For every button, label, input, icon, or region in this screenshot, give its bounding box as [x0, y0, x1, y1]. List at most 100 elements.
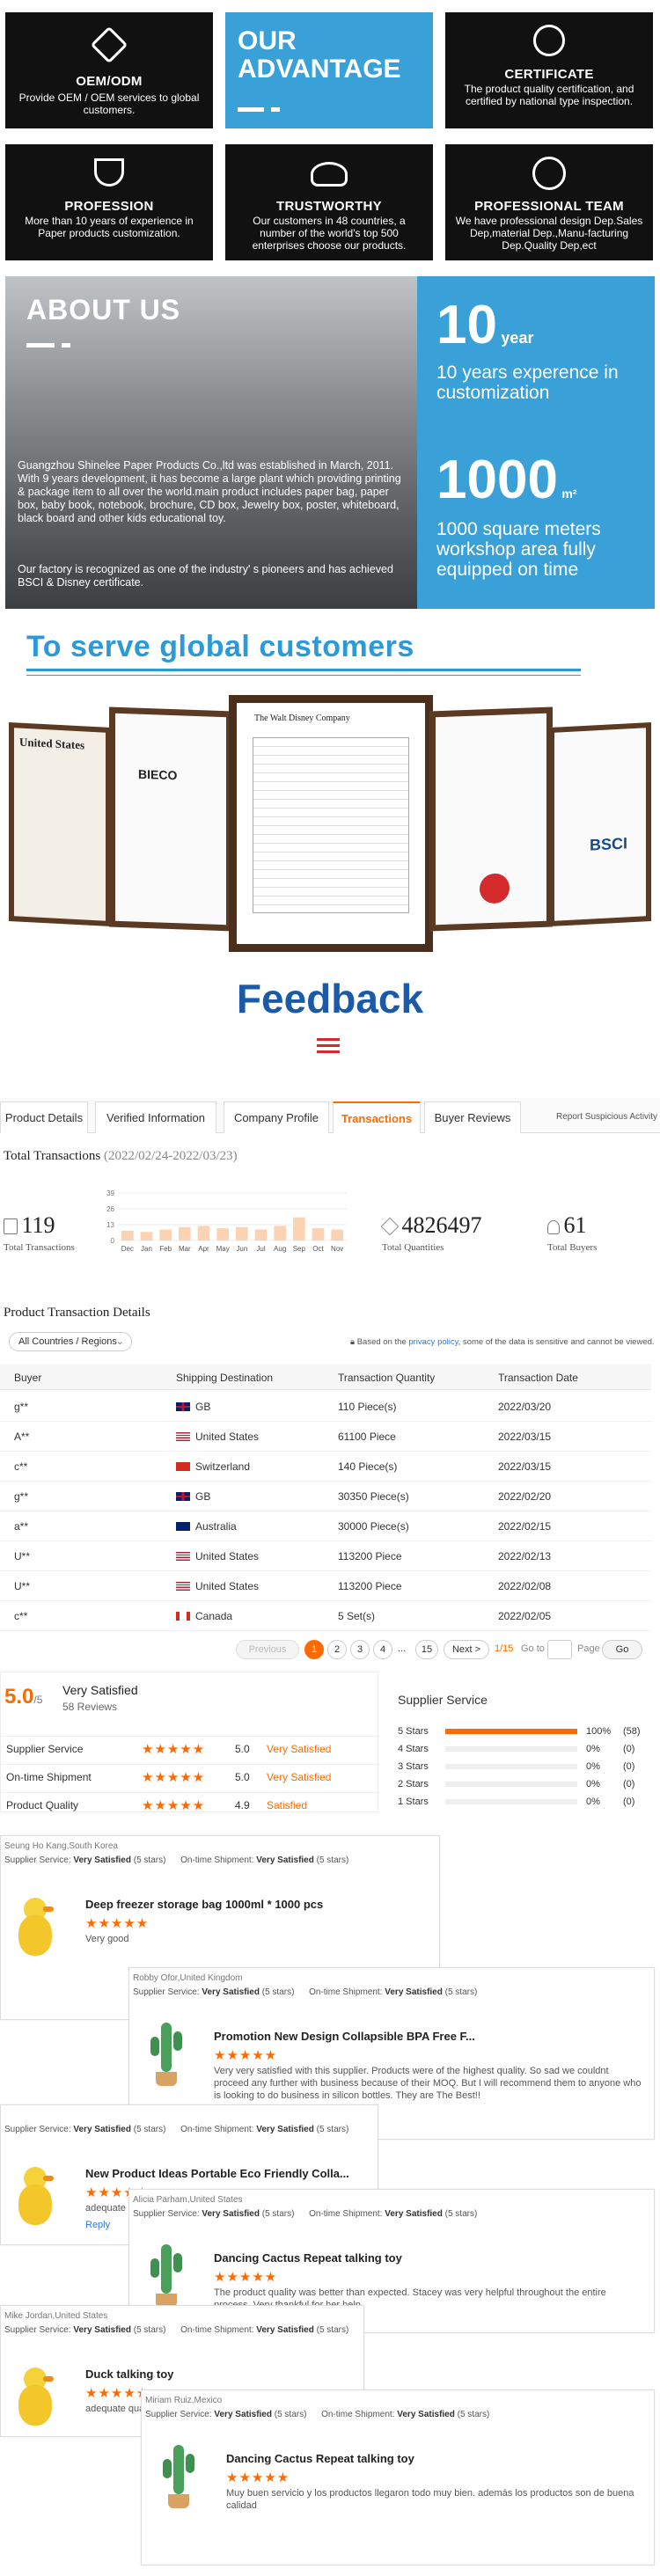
- pencil-ruler-icon: [90, 26, 128, 64]
- chart-bar: [159, 1229, 172, 1240]
- tile-profession: PROFESSION More than 10 years of experie…: [5, 144, 213, 260]
- review-stars-label: (5 stars): [316, 2325, 349, 2335]
- flag-icon: [176, 1492, 190, 1501]
- tile-team: PROFESSIONAL TEAM We have professional d…: [445, 144, 653, 260]
- cell-buyer: g**: [14, 1401, 29, 1413]
- page-4[interactable]: 4: [373, 1640, 392, 1659]
- privacy-note: 🔒︎ Based on the privacy policy, some of …: [350, 1337, 655, 1347]
- cell-destination: Canada: [176, 1610, 232, 1622]
- review-product[interactable]: Duck talking toy: [85, 2367, 353, 2381]
- review-service: Supplier Service: Very Satisfied (5 star…: [4, 1855, 348, 1865]
- tab-buyer-reviews[interactable]: Buyer Reviews: [424, 1101, 521, 1133]
- reply-link[interactable]: Reply: [85, 2220, 110, 2230]
- supplier-service-panel: Supplier Service 5 Stars 100% (58) 4 Star…: [398, 1672, 656, 1812]
- chart-bar: [274, 1226, 286, 1240]
- total-buyers-value: 61: [563, 1212, 587, 1238]
- tab-product-details[interactable]: Product Details: [0, 1101, 88, 1133]
- review-stars-label: (5 stars): [133, 1855, 166, 1865]
- star-bar-count: (0): [623, 1797, 635, 1807]
- stat-total-transactions: 119 Total Transactions: [4, 1212, 109, 1253]
- report-link[interactable]: Report Suspicious Activity: [556, 1112, 657, 1122]
- review-stars-label: (5 stars): [133, 2325, 166, 2335]
- tile-certificate: CERTIFICATE The product quality certific…: [445, 12, 653, 128]
- flag-icon: [176, 1432, 190, 1441]
- next-button[interactable]: Next >: [444, 1640, 489, 1659]
- chart-bar: [179, 1226, 191, 1240]
- tile-desc: We have professional design Dep.Sales De…: [455, 215, 643, 252]
- trophy-icon: [94, 158, 124, 187]
- tile-desc: The product quality certification, and c…: [464, 83, 634, 107]
- rating-summary: 5.0/5 Very Satisfied 58 Reviews Supplier…: [0, 1672, 379, 1813]
- chevron-down-icon: ⌄: [115, 1336, 124, 1347]
- y-tick-label: 0: [111, 1237, 115, 1245]
- y-tick-label: 39: [106, 1189, 114, 1197]
- review-stars-label: (5 stars): [316, 1855, 349, 1865]
- review-ss-value: Very Satisfied: [214, 2410, 272, 2419]
- stat-area-desc: 1000 square meters workshop area fully e…: [436, 519, 601, 580]
- review-product[interactable]: Promotion New Design Collapsible BPA Fre…: [214, 2030, 643, 2043]
- cell-destination: GB: [176, 1401, 210, 1413]
- review-product[interactable]: Dancing Cactus Repeat talking toy: [214, 2251, 643, 2265]
- table-row: g** GB 30350 Piece(s) 2022/02/20: [0, 1482, 651, 1511]
- go-button[interactable]: Go: [602, 1640, 642, 1659]
- cell-buyer: U**: [14, 1550, 31, 1562]
- review-ts-label: On-time Shipment:: [309, 1987, 383, 1997]
- star-bar-pct: 0%: [586, 1779, 600, 1789]
- stat-area-number: 1000: [436, 450, 558, 510]
- feedback-title: Feedback: [236, 976, 424, 1021]
- page-2[interactable]: 2: [327, 1640, 347, 1659]
- review-ts-value: Very Satisfied: [385, 1987, 443, 1997]
- cell-quantity: 5 Set(s): [338, 1610, 376, 1622]
- cactus-toy-image: [149, 2023, 184, 2089]
- cell-buyer: A**: [14, 1431, 30, 1443]
- tile-title: TRUSTWORTHY: [276, 199, 382, 214]
- cell-destination: United States: [176, 1431, 259, 1443]
- cell-date: 2022/03/20: [498, 1401, 552, 1413]
- stat-total-quantities: 4826497 Total Quantities: [380, 1212, 523, 1253]
- stat-area-unit: m²: [561, 487, 577, 501]
- review-service: Supplier Service: Very Satisfied (5 star…: [4, 2325, 348, 2335]
- goto-input[interactable]: [547, 1640, 572, 1659]
- table-row: A** United States 61100 Piece 2022/03/15: [0, 1422, 651, 1452]
- review-product[interactable]: Dancing Cactus Repeat talking toy: [226, 2452, 643, 2465]
- tab-transactions[interactable]: Transactions: [333, 1101, 421, 1133]
- review-stars-label: (5 stars): [444, 1987, 478, 1997]
- review-ss-label: Supplier Service:: [4, 2125, 71, 2134]
- chart-bar: [216, 1228, 229, 1240]
- page-3[interactable]: 3: [350, 1640, 370, 1659]
- x-tick-label: Jul: [256, 1245, 265, 1253]
- review-ts-value: Very Satisfied: [256, 2325, 314, 2335]
- table-row: U** United States 113200 Piece 2022/02/0…: [0, 1571, 651, 1601]
- review-ss-value: Very Satisfied: [73, 2125, 131, 2134]
- cell-quantity: 30000 Piece(s): [338, 1520, 409, 1533]
- previous-button[interactable]: Previous: [236, 1640, 299, 1659]
- tile-desc: Our customers in 48 countries, a number …: [252, 215, 407, 252]
- star-bar-track: [445, 1746, 577, 1752]
- page-15[interactable]: 15: [415, 1640, 438, 1659]
- page-1[interactable]: 1: [304, 1640, 324, 1659]
- review-product[interactable]: Deep freezer storage bag 1000ml * 1000 p…: [85, 1898, 429, 1911]
- review-product[interactable]: New Product Ideas Portable Eco Friendly …: [85, 2167, 367, 2180]
- review-ts-label: On-time Shipment:: [180, 2125, 254, 2134]
- cell-destination: Switzerland: [176, 1460, 250, 1473]
- country-filter[interactable]: All Countries / Regions ⌄: [9, 1332, 132, 1351]
- star-bar-track: [445, 1764, 577, 1769]
- rating-row-name: Supplier Service: [6, 1743, 84, 1755]
- tab-verified-information[interactable]: Verified Information: [95, 1101, 216, 1133]
- cell-buyer: U**: [14, 1580, 31, 1592]
- review-comment: Muy buen servicio y los productos llegar…: [226, 2488, 634, 2511]
- serve-underline: [26, 669, 581, 671]
- tab-company-profile[interactable]: Company Profile: [224, 1101, 329, 1133]
- privacy-policy-link[interactable]: privacy policy: [408, 1337, 458, 1347]
- stat-area: 1000 m²: [436, 449, 577, 511]
- cell-date: 2022/02/05: [498, 1610, 552, 1622]
- review-ss-value: Very Satisfied: [73, 1855, 131, 1865]
- star-bar-count: (0): [623, 1761, 635, 1772]
- chart-bar: [331, 1229, 343, 1240]
- x-tick-label: Aug: [274, 1245, 286, 1253]
- chart-bar: [140, 1232, 153, 1240]
- x-tick-label: Dec: [121, 1245, 134, 1253]
- cell-quantity: 110 Piece(s): [338, 1401, 397, 1413]
- star-bar-label: 3 Stars: [398, 1761, 429, 1772]
- tab-bar: Product Details Verified Information Com…: [0, 1098, 660, 1133]
